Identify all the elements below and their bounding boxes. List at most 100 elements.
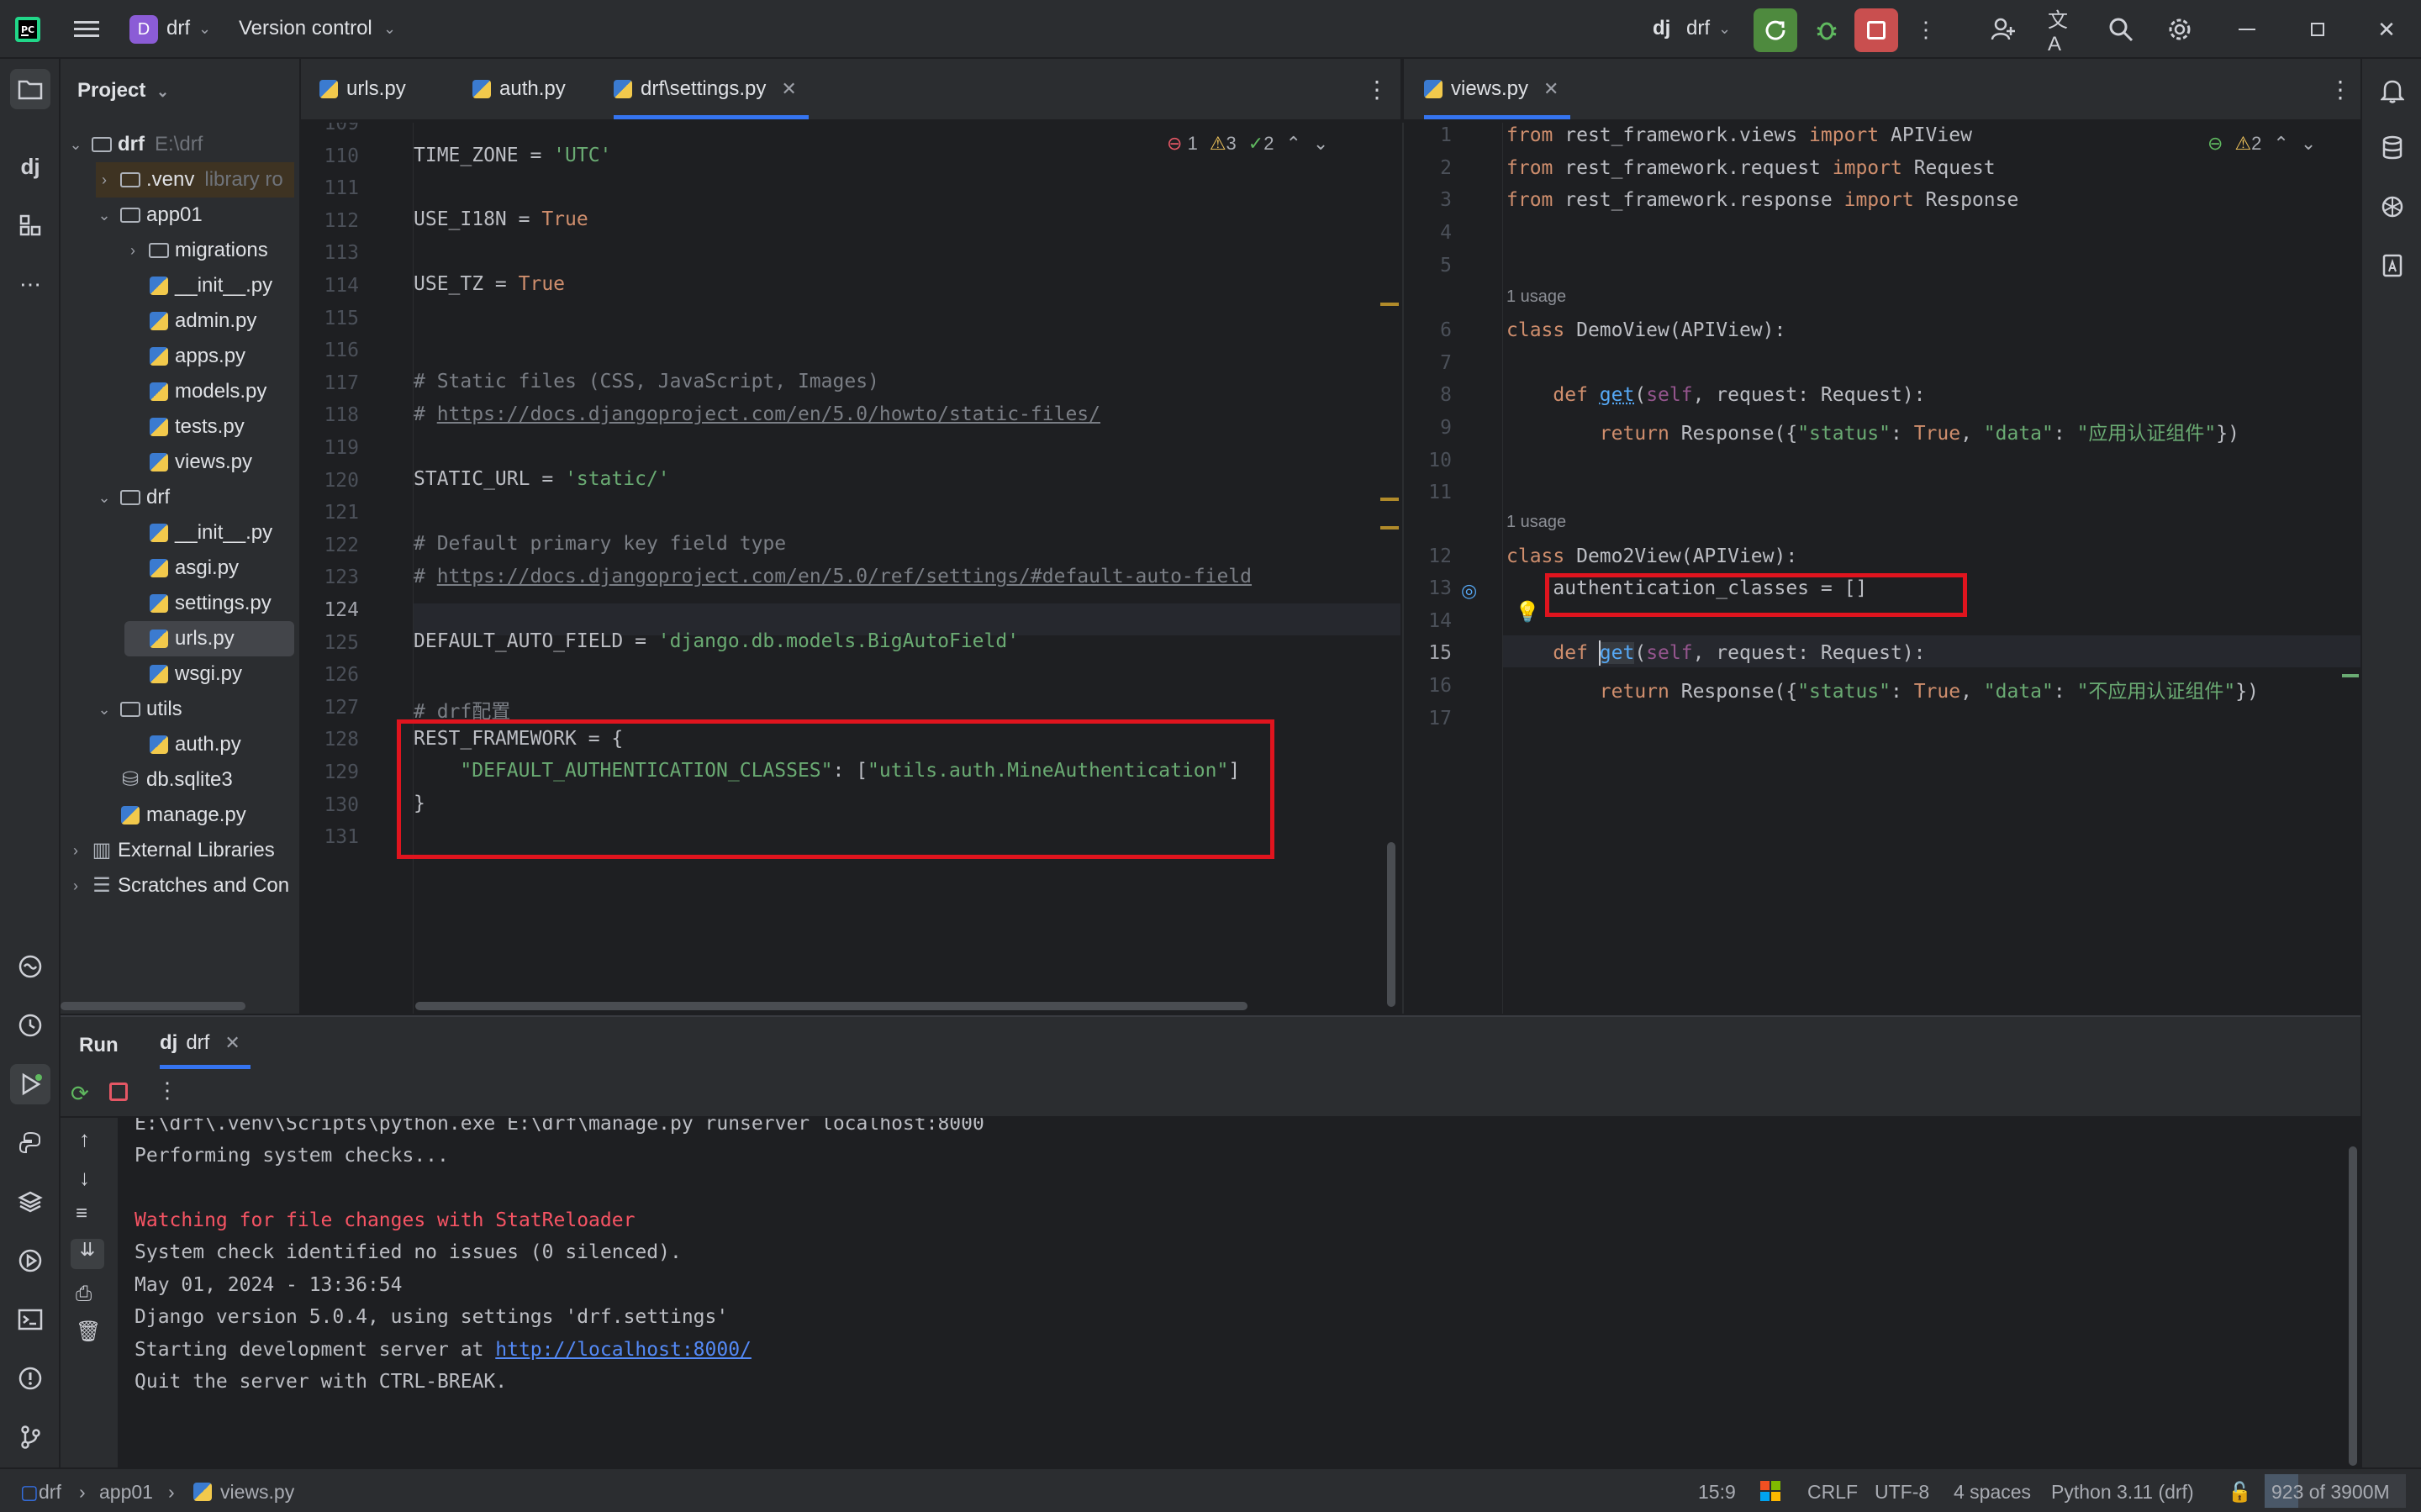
chevron-down-icon[interactable]: ⌄ — [383, 20, 396, 38]
tree-item[interactable]: __init__.py — [124, 515, 272, 551]
tab-views-py[interactable]: views.py ✕ — [1424, 59, 1571, 119]
rerun-button[interactable] — [1754, 8, 1797, 52]
file-encoding[interactable]: UTF-8 — [1875, 1481, 1929, 1504]
more-vertical-icon[interactable]: ⋮ — [1912, 15, 1940, 44]
usage-hint[interactable]: 1 usage — [1506, 287, 1566, 307]
usage-hint[interactable]: 1 usage — [1506, 513, 1566, 532]
close-window-icon[interactable]: ✕ — [2372, 15, 2401, 44]
close-tab-icon[interactable]: ✕ — [1543, 78, 1559, 100]
chevron-down-icon[interactable]: ⌄ — [96, 692, 113, 727]
more-vertical-icon[interactable]: ⋮ — [156, 1077, 178, 1104]
chevron-down-icon[interactable]: ⌄ — [156, 83, 169, 100]
console-output[interactable]: E:\drf\.venv\Scripts\python.exe E:\drf\m… — [118, 1118, 2360, 1469]
lock-icon[interactable]: 🔓 — [2228, 1481, 2252, 1504]
tree-item[interactable]: admin.py — [124, 303, 256, 339]
chevron-down-icon[interactable]: ⌄ — [198, 20, 211, 38]
breadcrumb-app01[interactable]: app01 — [99, 1481, 153, 1504]
more-tools-icon[interactable]: ⋯ — [13, 267, 47, 301]
python-console-icon[interactable] — [13, 1126, 47, 1160]
tab-urls-py[interactable]: urls.py — [319, 59, 406, 119]
tree-item[interactable]: › migrations — [124, 233, 268, 268]
breadcrumb-drf[interactable]: drf — [39, 1481, 61, 1504]
tree-item[interactable]: auth.py — [124, 727, 241, 762]
chevron-up-icon[interactable]: ⌃ — [2273, 133, 2288, 155]
tree-item[interactable]: › .venv library ro — [96, 162, 294, 198]
line-ending[interactable]: CRLF — [1807, 1481, 1858, 1504]
problems-icon[interactable] — [13, 1362, 47, 1395]
docs-link[interactable]: https://docs.djangoproject.com/en/5.0/ho… — [437, 403, 1100, 425]
horizontal-scrollbar[interactable] — [61, 1002, 245, 1010]
console-scrollbar[interactable] — [2349, 1146, 2357, 1466]
restore-icon[interactable] — [2303, 15, 2332, 44]
settings-gear-icon[interactable] — [2165, 15, 2194, 44]
indent-setting[interactable]: 4 spaces — [1954, 1481, 2031, 1504]
tree-item[interactable]: ⛁ db.sqlite3 — [96, 762, 233, 798]
documentation-icon[interactable] — [2376, 249, 2409, 282]
tab-auth-py[interactable]: auth.py — [472, 59, 566, 119]
tree-item[interactable]: urls.py — [124, 621, 294, 656]
project-tool-icon[interactable] — [10, 69, 50, 109]
chevron-down-icon[interactable]: ⌄ — [96, 198, 113, 233]
tree-item[interactable]: asgi.py — [124, 551, 239, 586]
more-vertical-icon[interactable]: ⋮ — [1365, 76, 1389, 103]
chevron-right-icon[interactable]: › — [67, 833, 84, 868]
tree-item[interactable]: __init__.py — [124, 268, 272, 303]
tree-item[interactable]: views.py — [124, 445, 252, 480]
tree-item[interactable]: › ▥ External Libraries — [67, 833, 275, 868]
tree-item[interactable]: manage.py — [96, 798, 246, 833]
print-icon[interactable]: ⎙ — [76, 1283, 92, 1306]
caret-position[interactable]: 15:9 — [1698, 1481, 1736, 1504]
tree-item[interactable]: ⌄ app01 — [96, 198, 202, 233]
chevron-down-icon[interactable]: ⌄ — [1313, 133, 1328, 155]
chevron-up-icon[interactable]: ⌃ — [1285, 133, 1300, 155]
vcs-menu[interactable]: Version control — [239, 17, 372, 40]
tree-item[interactable]: models.py — [124, 374, 266, 409]
chevron-right-icon[interactable]: › — [124, 233, 141, 268]
intention-bulb-icon[interactable]: 💡 — [1515, 600, 1540, 624]
python-interpreter[interactable]: Python 3.11 (drf) — [2051, 1481, 2194, 1504]
chevron-right-icon[interactable]: › — [67, 868, 84, 904]
inspection-widget[interactable]: ⊖ 1 ⚠3 ✓2 ⌃ ⌄ — [1167, 133, 1328, 155]
views-editor[interactable]: 1 2 3 4 5 6 7 8 9 10 11 12 13 14 15 16 17 ⊖ ⚠2 ⌃ ⌄ from … — [1402, 123, 2360, 1014]
chevron-down-icon[interactable]: ⌄ — [2301, 133, 2316, 155]
debug-icon[interactable] — [1812, 15, 1841, 44]
stop-icon[interactable] — [109, 1083, 128, 1101]
run-panel-title[interactable]: Run — [79, 1034, 119, 1057]
project-switcher[interactable]: drf — [166, 17, 190, 40]
history-icon[interactable] — [13, 1009, 47, 1042]
rerun-icon[interactable]: ⟳ — [71, 1081, 89, 1107]
tree-item[interactable]: apps.py — [124, 339, 245, 374]
chevron-down-icon[interactable]: ⌄ — [1718, 20, 1731, 38]
main-menu-icon[interactable] — [72, 15, 101, 44]
tree-item[interactable]: ⌄ drf — [96, 480, 170, 515]
python-packages-icon[interactable] — [13, 950, 47, 983]
services-icon[interactable] — [13, 1244, 47, 1278]
trash-icon[interactable]: 🗑 — [76, 1320, 101, 1344]
layers-icon[interactable] — [13, 1185, 47, 1219]
run-tool-icon[interactable] — [10, 1064, 50, 1104]
project-badge[interactable]: D — [129, 15, 158, 44]
override-gutter-icon[interactable]: ◎ — [1461, 580, 1477, 602]
translate-icon[interactable]: 文A — [2048, 9, 2076, 55]
tree-item[interactable]: ⌄ drf E:\drf — [67, 127, 203, 162]
tab-settings-py[interactable]: drf\settings.py ✕ — [614, 59, 809, 119]
stop-button[interactable] — [1854, 8, 1898, 52]
chevron-down-icon[interactable]: ⌄ — [96, 480, 113, 515]
settings-editor[interactable]: 109 110 111 112 113 114 115 116 117 118 119 120 121 1… — [301, 123, 1400, 1014]
soft-wrap-icon[interactable]: ≡ — [76, 1202, 87, 1225]
project-panel-title[interactable]: Project ⌄ — [77, 79, 169, 103]
chevron-down-icon[interactable]: ⌄ — [67, 127, 84, 162]
structure-icon[interactable] — [13, 208, 47, 242]
vertical-scrollbar[interactable] — [1387, 842, 1395, 1007]
tree-item[interactable]: › ☰ Scratches and Con — [67, 868, 289, 904]
run-tab-drf[interactable]: dj drf ✕ — [160, 1017, 251, 1069]
arrow-up-icon[interactable]: ↑ — [79, 1126, 90, 1152]
scroll-to-end-icon[interactable]: ⇊ — [71, 1239, 104, 1269]
git-icon[interactable] — [13, 1420, 47, 1454]
tree-item[interactable]: wsgi.py — [124, 656, 242, 692]
arrow-down-icon[interactable]: ↓ — [79, 1165, 90, 1191]
add-user-icon[interactable] — [1989, 15, 2018, 44]
close-tab-icon[interactable]: ✕ — [781, 78, 796, 100]
terminal-icon[interactable] — [13, 1303, 47, 1336]
tree-item[interactable]: tests.py — [124, 409, 245, 445]
